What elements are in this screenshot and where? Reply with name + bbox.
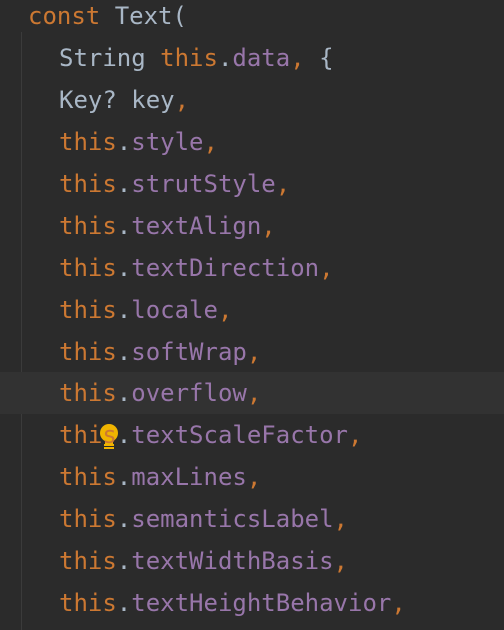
code-line[interactable]: this.softWrap,	[0, 331, 504, 373]
code-line[interactable]: const Text(	[0, 0, 504, 37]
keyword-token: this	[59, 379, 117, 407]
property-token: softWrap	[131, 338, 247, 366]
property-token: style	[131, 128, 204, 156]
property-token: overflow	[131, 379, 247, 407]
parameter-token: key	[131, 86, 175, 114]
keyword-token: this	[59, 338, 117, 366]
keyword-token: this	[59, 170, 117, 198]
keyword-token: this	[59, 254, 117, 282]
keyword-token: this	[59, 212, 117, 240]
code-line[interactable]: this.locale,	[0, 289, 504, 331]
code-line[interactable]: this.maxLines,	[0, 456, 504, 498]
property-token: textScaleFactor	[131, 421, 348, 449]
property-token: data	[232, 44, 291, 72]
current-code-line[interactable]: this.overflow,	[0, 372, 504, 449]
property-token: locale	[131, 296, 218, 324]
code-line[interactable]: Key? key,	[0, 79, 504, 121]
code-line[interactable]: this.textHeightBehavior,	[0, 582, 504, 624]
keyword-token: this	[160, 44, 218, 72]
code-line[interactable]: this.textAlign,	[0, 205, 504, 247]
keyword-token: this	[59, 296, 117, 324]
property-token: textDirection	[131, 254, 320, 282]
keyword-token: this	[59, 547, 117, 575]
code-line[interactable]: this.style,	[0, 121, 504, 163]
code-line[interactable]: this.strutStyle,	[0, 163, 504, 205]
keyword-token: this	[59, 505, 117, 533]
property-token: textHeightBehavior	[131, 589, 392, 617]
keyword-token: const	[28, 2, 101, 30]
property-token: textAlign	[131, 212, 262, 240]
lightbulb-icon[interactable]	[11, 380, 118, 449]
code-editor[interactable]: const Text( String this.data, { Key? key…	[0, 0, 504, 630]
code-line[interactable]: this.textScaleFactor,	[0, 414, 504, 456]
code-line[interactable]: String this.data, {	[0, 37, 504, 79]
keyword-token: this	[59, 421, 117, 449]
keyword-token: this	[59, 463, 117, 491]
type-token: String	[59, 44, 146, 72]
code-line[interactable]: this.semanticsLabel,	[0, 498, 504, 540]
property-token: strutStyle	[131, 170, 276, 198]
keyword-token: this	[59, 589, 117, 617]
property-token: maxLines	[131, 463, 247, 491]
code-line[interactable]: this.textWidthBasis,	[0, 540, 504, 582]
keyword-token: this	[59, 128, 117, 156]
property-token: textWidthBasis	[131, 547, 334, 575]
type-token: Key?	[59, 86, 117, 114]
code-line[interactable]: this.textDirection,	[0, 247, 504, 289]
class-name-token: Text	[114, 2, 173, 30]
property-token: semanticsLabel	[131, 505, 334, 533]
